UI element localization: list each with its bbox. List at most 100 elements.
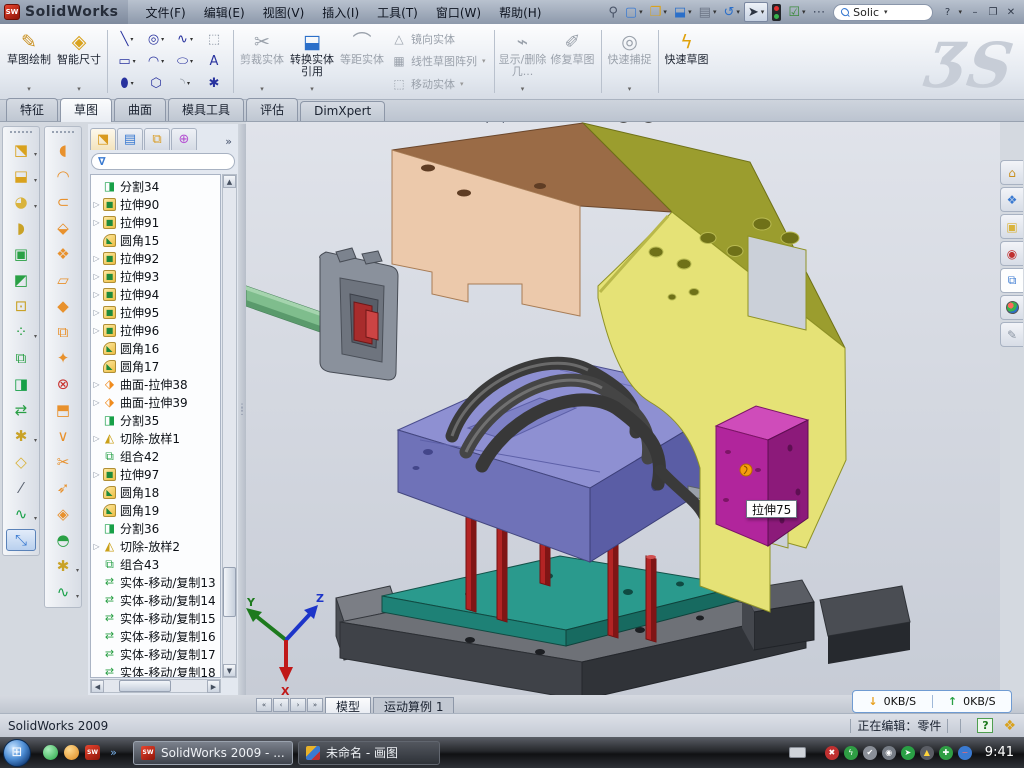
swept-surface-icon[interactable]: ◖ xyxy=(48,139,78,161)
reference-plane-icon[interactable]: ◇ xyxy=(6,451,36,473)
restore-button[interactable]: ❐ xyxy=(984,4,1002,20)
update-service-icon[interactable]: ✔ xyxy=(863,746,877,760)
sketch-fillet-icon[interactable]: ◝▾ xyxy=(171,74,199,92)
expander-icon[interactable]: ▷ xyxy=(91,470,102,479)
tab-曲面[interactable]: 曲面 xyxy=(114,98,166,121)
circle-icon[interactable]: ◎▾ xyxy=(142,31,170,49)
dropdown-caret[interactable]: ▾ xyxy=(34,151,37,158)
offset-entities-button[interactable]: ⌒等距实体 xyxy=(337,26,387,97)
tab-scroll-button[interactable]: ‹ xyxy=(273,698,289,712)
blocked-service-icon[interactable]: − xyxy=(958,746,972,760)
tree-tabs-overflow[interactable]: » xyxy=(221,135,236,150)
filled-surface-icon[interactable]: ◆ xyxy=(48,295,78,317)
menu-item[interactable]: 编辑(E) xyxy=(195,1,254,24)
toolbar-overflow-icon[interactable]: ⋯ xyxy=(809,2,828,22)
dropdown-caret[interactable]: ▾ xyxy=(34,437,37,444)
search-box[interactable]: Ϙ Solic ▾ xyxy=(833,4,933,21)
scroll-thumb[interactable] xyxy=(223,567,236,617)
tree-item[interactable]: ▷■拉伸90 xyxy=(91,195,220,213)
tree-item[interactable]: ◨分割36 xyxy=(91,519,220,537)
tree-item[interactable]: ⇄实体-移动/复制13 xyxy=(91,573,220,591)
hole-wizard-icon[interactable]: ⊡ xyxy=(6,295,36,317)
spline-icon[interactable]: ∿▾ xyxy=(171,31,199,49)
tree-item[interactable]: ▷■拉伸97 xyxy=(91,465,220,483)
tree-filter-box[interactable]: ∇ xyxy=(91,153,235,170)
tree-item[interactable]: ⇄实体-移动/复制16 xyxy=(91,627,220,645)
surface-point-icon[interactable]: ✱▾ xyxy=(48,555,78,577)
tree-item[interactable]: ⇄实体-移动/复制15 xyxy=(91,609,220,627)
tab-运动算例 1[interactable]: 运动算例 1 xyxy=(373,697,454,713)
dropdown-caret[interactable]: ▾ xyxy=(190,58,193,65)
delete-face-icon[interactable]: ⊗ xyxy=(48,373,78,395)
dropdown-caret[interactable]: ▾ xyxy=(260,83,264,97)
dropdown-caret[interactable]: ▾ xyxy=(131,80,134,87)
dome-icon[interactable]: ◓ xyxy=(48,529,78,551)
dropdown-caret[interactable]: ▾ xyxy=(34,203,37,210)
tree-item[interactable]: ◣圆角19 xyxy=(91,501,220,519)
select-icon[interactable]: ➤▾ xyxy=(744,2,768,22)
tab-模具工具[interactable]: 模具工具 xyxy=(168,98,244,121)
graphics-area[interactable]: Y Z X xyxy=(246,122,1000,695)
mirror-entities-button[interactable]: △镜向实体 xyxy=(387,29,491,49)
3d-viewport[interactable]: Y Z X xyxy=(246,122,1000,695)
expander-icon[interactable]: ▷ xyxy=(91,290,102,299)
dropdown-caret[interactable]: ▾ xyxy=(802,8,806,16)
helix-icon[interactable]: ∿▾ xyxy=(6,503,36,525)
tab-scroll-button[interactable]: « xyxy=(256,698,272,712)
reference-point-icon[interactable]: ✱▾ xyxy=(6,425,36,447)
dropdown-caret[interactable]: ▾ xyxy=(190,36,193,43)
tree-item[interactable]: ▷■拉伸96 xyxy=(91,321,220,339)
messenger-icon[interactable] xyxy=(43,745,58,760)
dropdown-caret[interactable]: ▾ xyxy=(713,8,717,16)
dropdown-caret[interactable]: ▾ xyxy=(161,36,164,43)
menu-item[interactable]: 插入(I) xyxy=(313,1,368,24)
slider-block[interactable] xyxy=(716,406,808,546)
help-button[interactable]: ? xyxy=(938,4,956,20)
expander-icon[interactable]: ▷ xyxy=(91,398,102,407)
quick-snaps-button[interactable]: ◎快速捕捉▾ xyxy=(605,26,655,97)
split-icon[interactable]: ◨ xyxy=(6,373,36,395)
expander-icon[interactable]: ▷ xyxy=(91,272,102,281)
tab-scroll-button[interactable]: » xyxy=(307,698,323,712)
scroll-up-arrow[interactable]: ▲ xyxy=(223,175,236,188)
tab-scroll-button[interactable]: › xyxy=(290,698,306,712)
extruded-cut-icon[interactable]: ⬓▾ xyxy=(6,165,36,187)
expander-icon[interactable]: ▷ xyxy=(91,380,102,389)
menu-item[interactable]: 帮助(H) xyxy=(490,1,550,24)
tree-item[interactable]: ▷■拉伸93 xyxy=(91,267,220,285)
trim-entities-button[interactable]: ✂剪裁实体▾ xyxy=(237,26,287,97)
radiate-surface-icon[interactable]: ✦ xyxy=(48,347,78,369)
menu-item[interactable]: 视图(V) xyxy=(254,1,314,24)
tab-特征[interactable]: 特征 xyxy=(6,98,58,121)
sketch-text-icon[interactable]: A xyxy=(200,52,228,70)
warning-icon[interactable]: ▲ xyxy=(920,746,934,760)
line-icon[interactable]: ╲▾ xyxy=(113,31,141,49)
expander-icon[interactable]: ▷ xyxy=(91,218,102,227)
close-button[interactable]: ✕ xyxy=(1002,4,1020,20)
tree-item[interactable]: ⧉组合42 xyxy=(91,447,220,465)
lofted-surface-icon[interactable]: ⬙ xyxy=(48,217,78,239)
tree-item[interactable]: ▷■拉伸92 xyxy=(91,249,220,267)
rectangle-icon[interactable]: ▭▾ xyxy=(113,52,141,70)
extended-surface-icon[interactable]: ⊂ xyxy=(48,191,78,213)
revolved-surface-icon[interactable]: ◠ xyxy=(48,165,78,187)
sketch-button[interactable]: ✎草图绘制▾ xyxy=(4,26,54,97)
print-icon[interactable]: ▤▾ xyxy=(696,2,720,22)
tree-item[interactable]: ⧉组合43 xyxy=(91,555,220,573)
ellipse-icon[interactable]: ⬭▾ xyxy=(171,52,199,70)
select-region-icon[interactable]: ⬚ xyxy=(200,31,228,49)
expander-icon[interactable]: ▷ xyxy=(91,254,102,263)
tab-草图[interactable]: 草图 xyxy=(60,98,112,122)
revolved-boss-icon[interactable]: ▣ xyxy=(6,243,36,265)
dropdown-caret[interactable]: ▾ xyxy=(34,515,37,522)
search-input[interactable]: Solic xyxy=(853,6,879,19)
dropdown-caret[interactable]: ▾ xyxy=(130,36,133,43)
point-icon[interactable]: ✱ xyxy=(200,74,228,92)
tree-item[interactable]: ⇄实体-移动/复制14 xyxy=(91,591,220,609)
health-monitor-icon[interactable]: ✚ xyxy=(939,746,953,760)
tree-item[interactable]: ◨分割34 xyxy=(91,177,220,195)
lofted-cut-icon[interactable]: ◩ xyxy=(6,269,36,291)
linear-pattern-icon[interactable]: ⁘▾ xyxy=(6,321,36,343)
help-dropdown-caret[interactable]: ▾ xyxy=(958,8,962,16)
save-icon[interactable]: ⬓▾ xyxy=(671,2,695,22)
